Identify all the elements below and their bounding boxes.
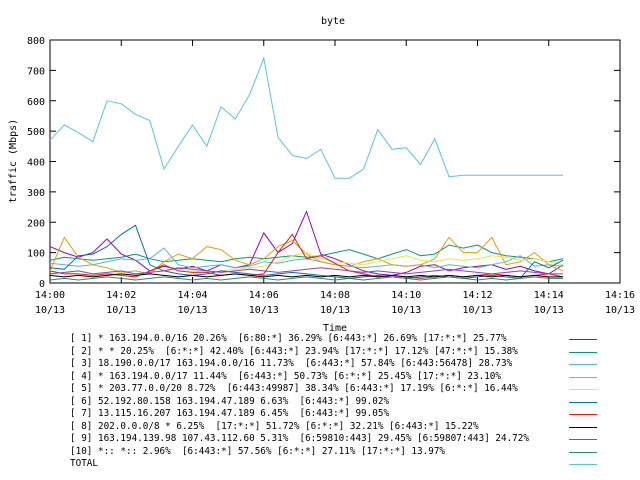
series-line-6 [49,224,564,279]
legend: [ 1] * 163.194.0.0/16 20.26% [6:80:*] 36… [70,333,610,471]
x-tick-label-time: 14:16 [605,290,635,301]
y-axis-label: traffic (Mbps) [8,119,19,203]
legend-label: [ 5] * 203.77.0.0/20 8.72% [6:443:49987]… [70,383,518,394]
chart-title: byte [321,16,345,27]
x-tick-label-date: 10/13 [249,305,279,316]
series-line-10 [49,276,563,281]
legend-swatch [569,351,597,353]
legend-swatch [569,364,597,365]
x-tick-label-date: 10/13 [35,305,65,316]
x-tick-label-time: 14:04 [177,290,207,301]
legend-item: TOTAL [70,458,610,471]
legend-label: [10] *:: *:: 2.96% [6:443:*] 57.56% [6:*… [70,445,446,457]
y-tick-label: 200 [27,218,45,229]
legend-swatch [569,464,597,465]
legend-item: [ 8] 202.0.0.0/8 * 6.25% [17:*:*] 51.72%… [70,421,610,434]
legend-item: [ 7] 13.115.16.207 163.194.47.189 6.45% … [70,408,610,421]
y-tick-label: 600 [27,97,45,108]
x-tick-label-date: 10/13 [605,305,635,316]
plot-area: 0 100 200 300 400 500 600 700 800 14:00 10/13 14:02… [27,36,635,316]
y-tick-label: 300 [27,188,45,199]
x-tick-label-time: 14:02 [106,290,136,301]
legend-label: [ 3] 18.190.0.0/17 163.194.0.0/16 11.73%… [70,358,513,369]
legend-label: TOTAL [70,458,98,469]
y-tick-label: 100 [27,249,45,260]
x-tick-label-time: 14:12 [462,290,492,301]
y-tick-label: 0 [39,279,45,290]
legend-label: [ 8] 202.0.0.0/8 * 6.25% [17:*:*] 51.72%… [70,420,479,432]
x-tick-label-time: 14:08 [320,290,350,301]
legend-swatch [569,451,597,453]
x-tick-label-date: 10/13 [462,305,492,316]
y-tick-label: 800 [27,36,45,47]
x-tick-label-time: 14:10 [391,290,421,301]
y-tick-label: 500 [27,127,45,138]
legend-item: [ 4] * 163.194.0.0/17 11.44% [6:443:*] 5… [70,371,610,384]
x-tick-label-time: 14:00 [35,290,65,301]
y-tick-label: 400 [27,158,45,169]
y-tick-label: 700 [27,66,45,77]
legend-swatch [569,401,597,403]
legend-item: [ 6] 52.192.80.158 163.194.47.189 6.63% … [70,396,610,409]
legend-label: [ 1] * 163.194.0.0/16 20.26% [6:80:*] 36… [70,333,507,344]
x-tick-label-date: 10/13 [177,305,207,316]
legend-label: [ 9] 163.194.139.98 107.43.112.60 5.31% … [70,433,529,444]
x-tick-label-time: 14:14 [534,290,564,301]
series-line-11 [49,56,563,179]
x-tick-label-date: 10/13 [320,305,350,316]
legend-swatch [569,426,597,428]
legend-swatch [569,376,597,378]
legend-item: [ 2] * * 20.25% [6:*:*] 42.40% [6:443:*]… [70,346,610,359]
legend-item: [ 1] * 163.194.0.0/16 20.26% [6:80:*] 36… [70,333,610,346]
legend-swatch [569,389,597,390]
legend-swatch [569,414,597,415]
legend-item: [ 3] 18.190.0.0/17 163.194.0.0/16 11.73%… [70,358,610,371]
x-tick-label-date: 10/13 [534,305,564,316]
legend-label: [ 6] 52.192.80.158 163.194.47.189 6.63% … [70,395,390,407]
legend-item: [10] *:: *:: 2.96% [6:443:*] 57.56% [6:*… [70,446,610,459]
legend-item: [ 5] * 203.77.0.0/20 8.72% [6:443:49987]… [70,383,610,396]
x-tick-label-date: 10/13 [391,305,421,316]
x-tick-label-date: 10/13 [106,305,136,316]
legend-swatch [569,339,597,340]
plot-border [49,39,621,284]
legend-swatch [569,439,597,440]
legend-label: [ 4] * 163.194.0.0/17 11.44% [6:443:*] 5… [70,370,501,382]
legend-label: [ 7] 13.115.16.207 163.194.47.189 6.45% … [70,408,390,419]
legend-label: [ 2] * * 20.25% [6:*:*] 42.40% [6:443:*]… [70,345,518,357]
x-tick-label-time: 14:06 [249,290,279,301]
legend-item: [ 9] 163.194.139.98 107.43.112.60 5.31% … [70,433,610,446]
